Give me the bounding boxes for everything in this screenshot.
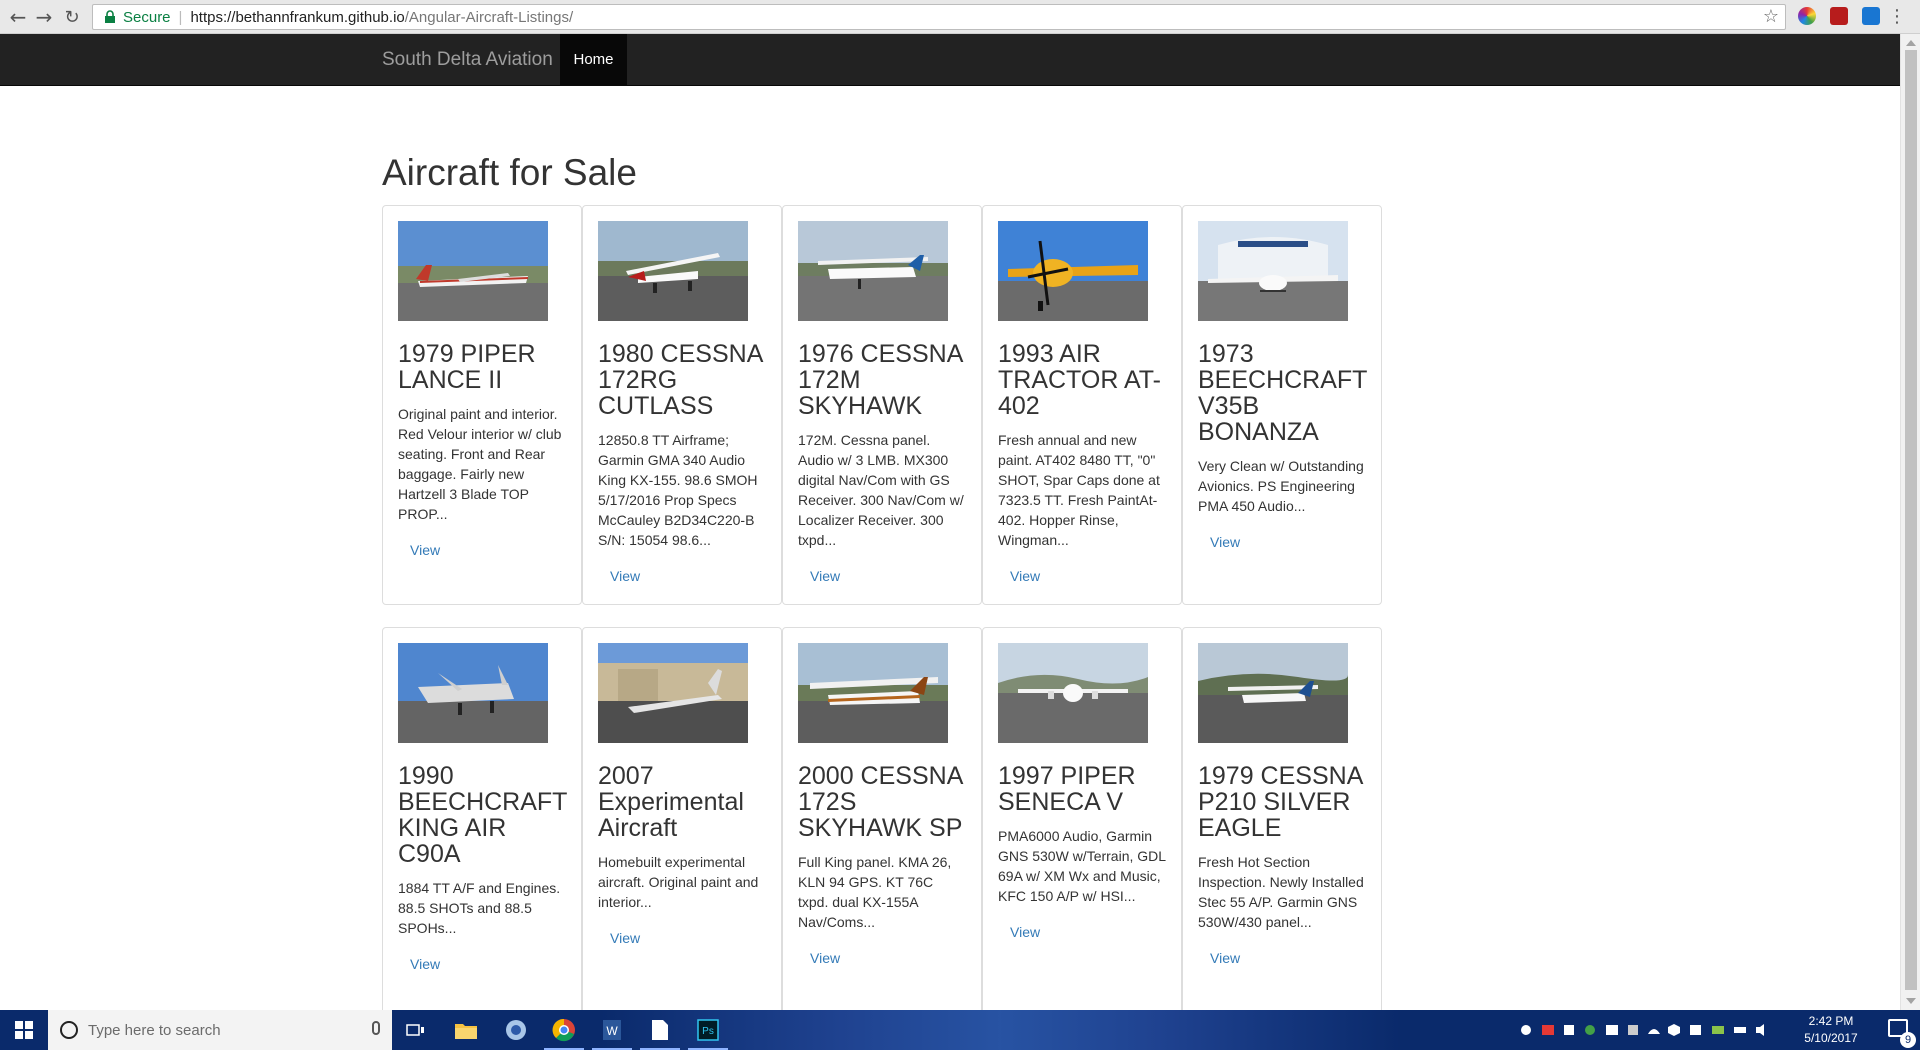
listing-description: Fresh annual and new paint. AT402 8480 T… — [998, 432, 1160, 548]
listing-title: 1990 BEECHCRAFT KING AIR C90A — [398, 762, 568, 868]
page-title: Aircraft for Sale — [382, 152, 637, 193]
aircraft-photo — [598, 221, 748, 321]
clock-time: 2:42 PM — [1808, 1014, 1854, 1028]
listing-description: Very Clean w/ Outstanding Avionics. PS E… — [1198, 458, 1364, 514]
listing-description: Fresh Hot Section Inspection. Newly Inst… — [1198, 854, 1364, 930]
scroll-down-arrow-icon[interactable] — [1906, 998, 1916, 1004]
listing-card: 1997 PIPER SENECA V PMA6000 Audio, Garmi… — [982, 627, 1182, 1027]
chrome-icon[interactable] — [540, 1014, 588, 1050]
listing-description: 12850.8 TT Airframe; Garmin GMA 340 Audi… — [598, 432, 758, 548]
listing-title: 1979 PIPER LANCE II — [398, 340, 536, 394]
task-view-icon[interactable] — [392, 1014, 440, 1046]
bookmark-star-icon[interactable]: ☆ — [1763, 6, 1779, 27]
system-tray — [1518, 1010, 1768, 1050]
listing-card: 1990 BEECHCRAFT KING AIR C90A 1884 TT A/… — [382, 627, 582, 1027]
listing-title: 2000 CESSNA 172S SKYHAWK SP — [798, 762, 963, 842]
forward-icon[interactable]: → — [32, 5, 56, 29]
aircraft-photo — [1198, 643, 1348, 743]
notification-count-badge: 9 — [1900, 1032, 1916, 1048]
listing-description: 1884 TT A/F and Engines. 88.5 SHOTs and … — [398, 880, 561, 936]
view-listing-button[interactable]: View — [398, 536, 452, 564]
taskbar-search-placeholder: Type here to search — [88, 1021, 221, 1039]
aircraft-photo — [798, 643, 948, 743]
listing-title: 2007 Experimental Aircraft — [598, 762, 744, 842]
start-button[interactable] — [0, 1010, 48, 1050]
url-host: https://bethannfrankum.github.io — [190, 8, 405, 26]
microphone-icon[interactable] — [372, 1021, 380, 1035]
aircraft-photo — [398, 643, 548, 743]
lock-icon — [105, 10, 115, 23]
view-listing-button[interactable]: View — [998, 918, 1052, 946]
listing-card: 1980 CESSNA 172RG CUTLASS 12850.8 TT Air… — [582, 205, 782, 605]
aircraft-photo — [598, 643, 748, 743]
url-separator: | — [178, 8, 183, 26]
view-listing-button[interactable]: View — [798, 944, 852, 972]
listing-card: 1993 AIR TRACTOR AT-402 Fresh annual and… — [982, 205, 1182, 605]
tray-icons[interactable] — [1518, 1022, 1768, 1038]
listing-description: Original paint and interior. Red Velour … — [398, 406, 562, 522]
word-icon[interactable]: W — [588, 1014, 636, 1050]
reload-icon[interactable]: ↻ — [60, 5, 84, 29]
listing-title: 1997 PIPER SENECA V — [998, 762, 1136, 816]
document-icon[interactable] — [636, 1014, 684, 1050]
photoshop-icon[interactable]: Ps — [684, 1014, 732, 1050]
listing-description: Full King panel. KMA 26, KLN 94 GPS. KT … — [798, 854, 952, 930]
scroll-up-arrow-icon[interactable] — [1906, 40, 1916, 46]
view-listing-button[interactable]: View — [598, 562, 652, 590]
view-listing-button[interactable]: View — [998, 562, 1052, 590]
browser-menu-icon[interactable]: ⋮ — [1888, 6, 1906, 27]
back-icon[interactable]: ← — [6, 5, 30, 29]
view-listing-button[interactable]: View — [798, 562, 852, 590]
address-bar[interactable]: Secure | https://bethannfrankum.github.i… — [92, 4, 1786, 30]
listing-card: 1979 CESSNA P210 SILVER EAGLE Fresh Hot … — [1182, 627, 1382, 1027]
listing-card: 1976 CESSNA 172M SKYHAWK 172M. Cessna pa… — [782, 205, 982, 605]
file-explorer-icon[interactable] — [442, 1014, 490, 1046]
listing-card: 1979 PIPER LANCE II Original paint and i… — [382, 205, 582, 605]
ublock-extension-icon[interactable] — [1830, 7, 1848, 25]
view-listing-button[interactable]: View — [598, 924, 652, 952]
aircraft-photo — [798, 221, 948, 321]
listing-title: 1976 CESSNA 172M SKYHAWK — [798, 340, 962, 420]
cortana-icon — [60, 1021, 78, 1039]
site-navbar: South Delta Aviation Home — [0, 34, 1900, 86]
taskbar-clock[interactable]: 2:42 PM 5/10/2017 — [1796, 1013, 1866, 1047]
listing-description: PMA6000 Audio, Garmin GNS 530W w/Terrain… — [998, 828, 1166, 904]
brand-link[interactable]: South Delta Aviation — [382, 34, 553, 86]
secure-label: Secure — [123, 8, 171, 26]
aircraft-photo — [1198, 221, 1348, 321]
listing-title: 1980 CESSNA 172RG CUTLASS — [598, 340, 762, 420]
listing-description: 172M. Cessna panel. Audio w/ 3 LMB. MX30… — [798, 432, 964, 548]
browser-toolbar: ← → ↻ Secure | https://bethannfrankum.gi… — [0, 0, 1920, 34]
listing-title: 1973 BEECHCRAFT V35B BONANZA — [1198, 340, 1368, 446]
page-scrollbar[interactable] — [1900, 34, 1920, 1010]
aircraft-photo — [398, 221, 548, 321]
clock-date: 5/10/2017 — [1804, 1031, 1858, 1045]
listing-title: 1993 AIR TRACTOR AT-402 — [998, 340, 1161, 420]
view-listing-button[interactable]: View — [1198, 944, 1252, 972]
svg-text:Ps: Ps — [702, 1026, 714, 1037]
listing-card: 2000 CESSNA 172S SKYHAWK SP Full King pa… — [782, 627, 982, 1027]
svg-text:W: W — [606, 1024, 618, 1038]
listing-title: 1979 CESSNA P210 SILVER EAGLE — [1198, 762, 1362, 842]
windows-taskbar: Type here to search W Ps 2:42 PM 5/10/20… — [0, 1010, 1920, 1050]
extension-icon[interactable] — [1862, 7, 1880, 25]
aircraft-photo — [998, 221, 1148, 321]
listing-card: 2007 Experimental Aircraft Homebuilt exp… — [582, 627, 782, 1027]
color-extension-icon[interactable] — [1798, 7, 1816, 25]
scroll-thumb[interactable] — [1905, 50, 1917, 990]
view-listing-button[interactable]: View — [398, 950, 452, 978]
pinned-app-icon[interactable] — [492, 1014, 540, 1046]
listing-description: Homebuilt experimental aircraft. Origina… — [598, 854, 759, 910]
windows-logo-icon — [15, 1021, 33, 1039]
view-listing-button[interactable]: View — [1198, 528, 1252, 556]
url-path: /Angular-Aircraft-Listings/ — [404, 8, 574, 26]
nav-home-link[interactable]: Home — [560, 34, 627, 86]
taskbar-search-box[interactable]: Type here to search — [48, 1010, 392, 1050]
aircraft-photo — [998, 643, 1148, 743]
listing-card: 1973 BEECHCRAFT V35B BONANZA Very Clean … — [1182, 205, 1382, 605]
